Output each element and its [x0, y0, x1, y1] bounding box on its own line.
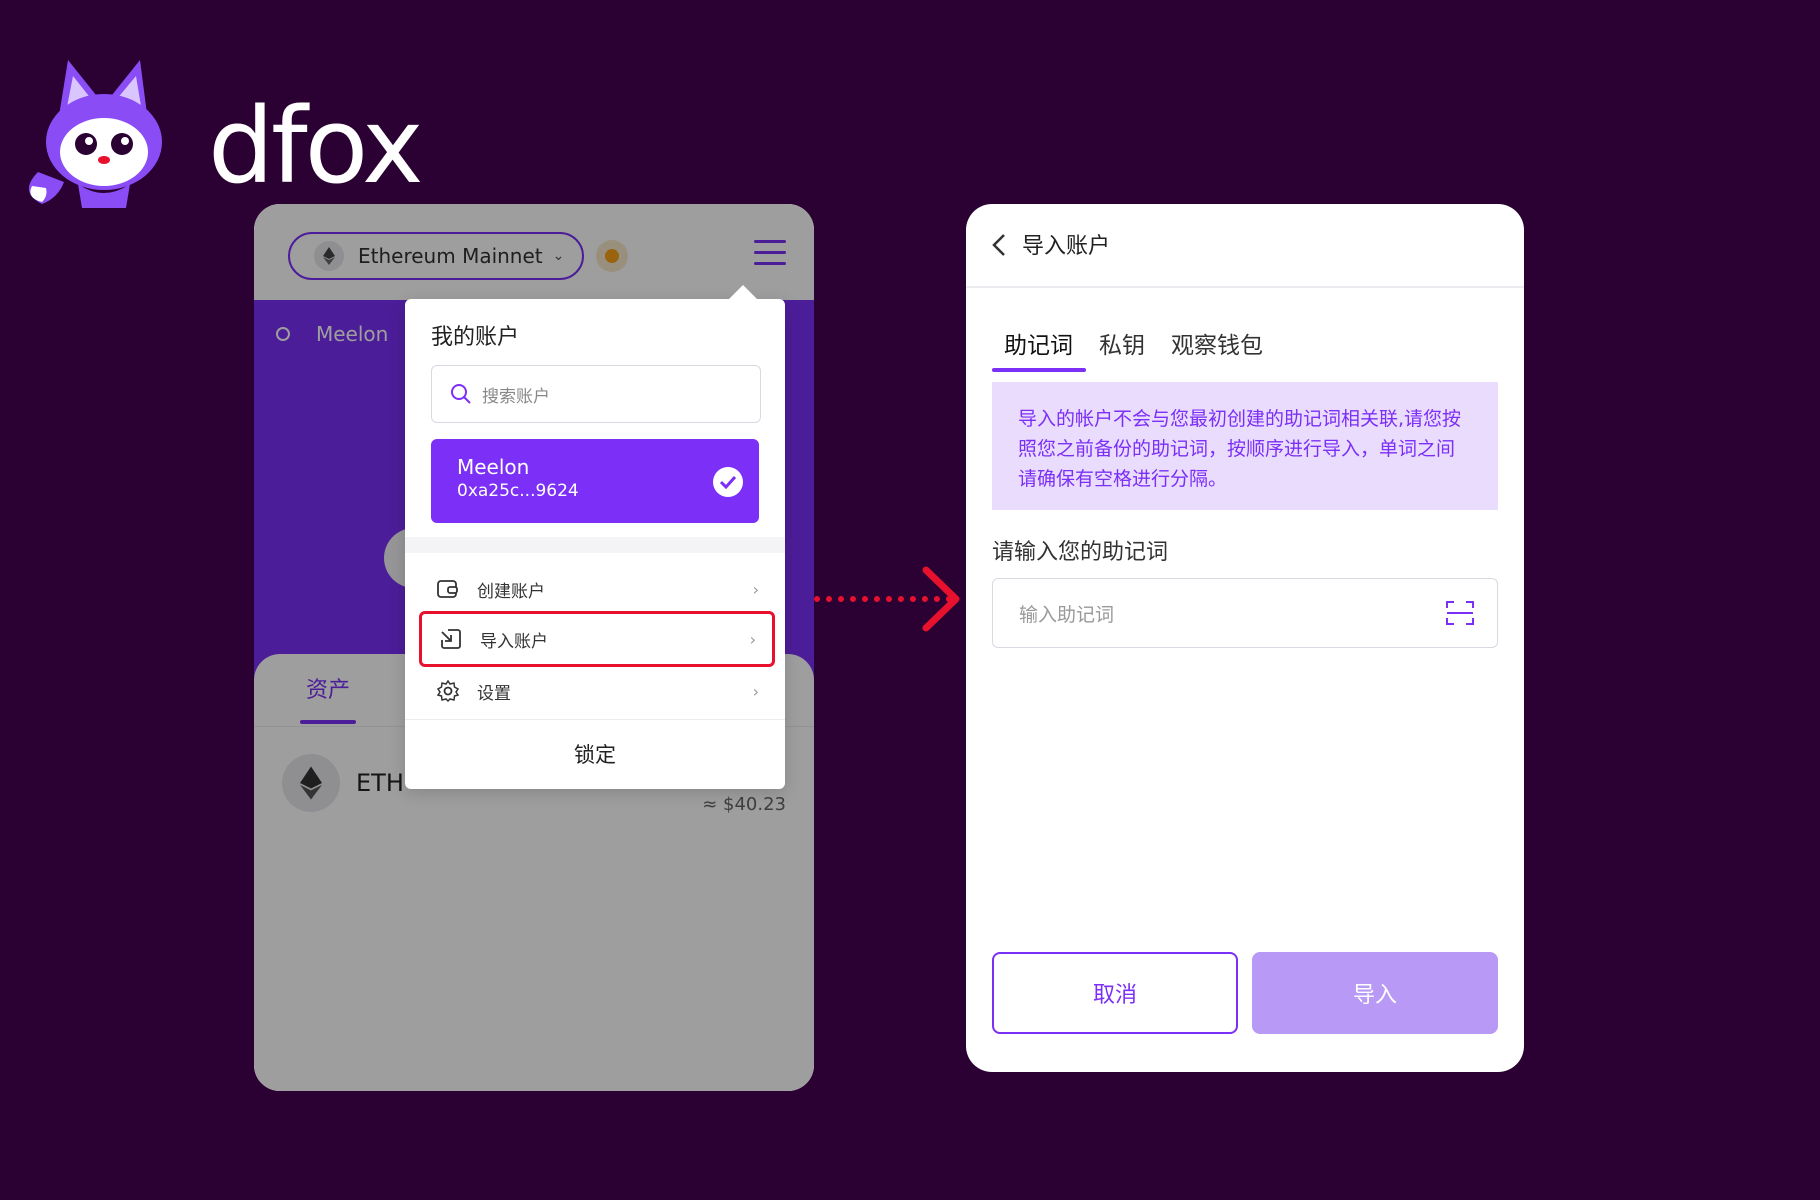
account-item-name: Meelon [457, 455, 530, 479]
mnemonic-placeholder: 输入助记词 [1019, 603, 1115, 626]
search-icon [451, 384, 471, 404]
notice-box: 导入的帐户不会与您最初创建的助记词相关联,请您按照您之前备份的助记词，按顺序进行… [992, 382, 1498, 510]
import-method-tabs: 助记词 私钥 观察钱包 [1004, 326, 1289, 360]
dropdown-caret [729, 285, 757, 299]
search-input[interactable]: 搜索账户 [431, 365, 761, 423]
mnemonic-input[interactable]: 输入助记词 [992, 578, 1498, 648]
lock-button[interactable]: 锁定 [405, 739, 785, 769]
gear-icon [435, 678, 461, 704]
back-arrow-icon[interactable] [990, 232, 1008, 258]
account-list-item-selected[interactable]: Meelon 0xa25c...9624 [431, 439, 759, 523]
wallet-icon [435, 576, 461, 602]
menu-item-settings[interactable]: 设置 › [419, 665, 775, 717]
divider [405, 719, 785, 720]
account-item-address: 0xa25c...9624 [457, 481, 579, 501]
scan-icon[interactable] [1445, 599, 1475, 627]
import-icon [438, 626, 464, 652]
menu-item-import-account[interactable]: 导入账户 › [419, 611, 775, 667]
brand-wordmark: dfox [208, 85, 424, 207]
chevron-right-icon: › [752, 681, 759, 701]
tab-watch-wallet[interactable]: 观察钱包 [1171, 326, 1263, 360]
fox-mascot-icon [28, 60, 162, 208]
cancel-button[interactable]: 取消 [992, 952, 1238, 1034]
wallet-home-screen: Ethereum Mainnet ⌄ Meelon 资产 ETH ≈ $40.2… [254, 204, 814, 1091]
chevron-right-icon: › [749, 629, 756, 649]
arrow-right-icon [922, 566, 960, 632]
tab-mnemonic[interactable]: 助记词 [1004, 326, 1073, 360]
page-title: 导入账户 [1022, 234, 1111, 259]
menu-item-create-account[interactable]: 创建账户 › [419, 563, 775, 615]
chevron-right-icon: › [752, 579, 759, 599]
dropdown-title: 我的账户 [431, 325, 520, 350]
dfox-logo: dfox [18, 52, 424, 212]
check-icon [713, 467, 743, 497]
section-gap [405, 537, 785, 553]
menu-item-label: 导入账户 [480, 631, 548, 652]
import-account-screen: 导入账户 助记词 私钥 观察钱包 导入的帐户不会与您最初创建的助记词相关联,请您… [966, 204, 1524, 1072]
search-placeholder: 搜索账户 [482, 386, 550, 407]
import-button[interactable]: 导入 [1252, 952, 1498, 1034]
tab-indicator [992, 368, 1086, 372]
menu-item-label: 创建账户 [477, 581, 545, 602]
tab-private-key[interactable]: 私钥 [1099, 326, 1145, 360]
page-header: 导入账户 [966, 204, 1524, 288]
menu-item-label: 设置 [477, 683, 511, 704]
mnemonic-label: 请输入您的助记词 [992, 540, 1169, 565]
account-dropdown: 我的账户 搜索账户 Meelon 0xa25c...9624 创建账户 › 导入… [405, 285, 785, 789]
